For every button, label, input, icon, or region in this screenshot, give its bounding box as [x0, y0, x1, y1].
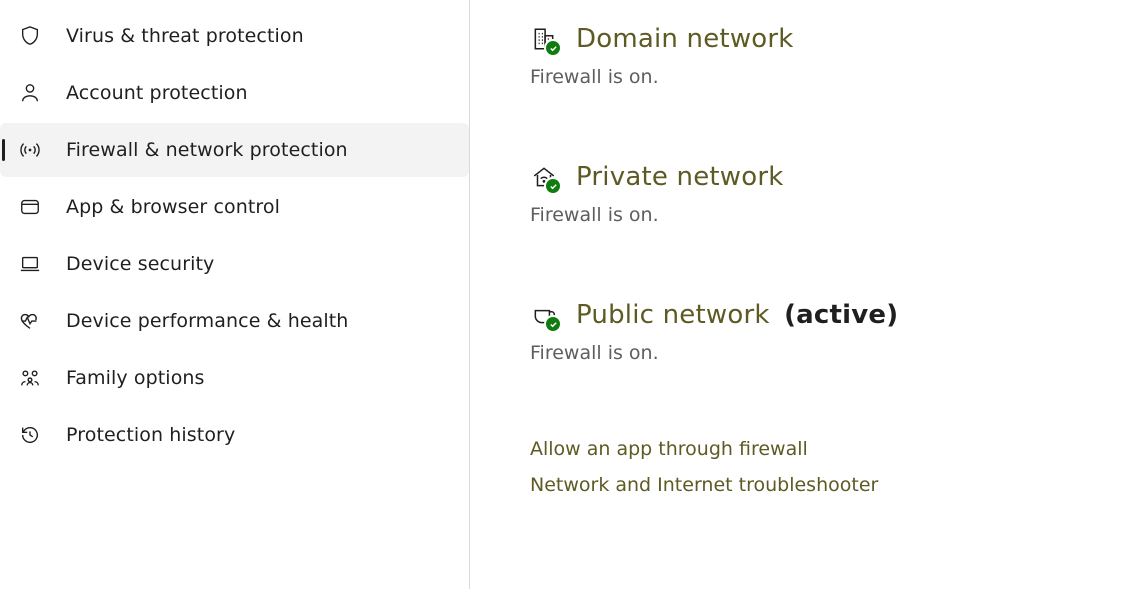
sidebar-item-virus-threat[interactable]: Virus & threat protection [0, 9, 469, 63]
heart-pulse-icon [18, 309, 42, 333]
sidebar-item-label: Firewall & network protection [66, 139, 348, 161]
sidebar-item-history[interactable]: Protection history [0, 408, 469, 462]
app-window-icon [18, 195, 42, 219]
home-network-icon [530, 163, 558, 191]
broadcast-icon [18, 138, 42, 162]
public-network-status: Firewall is on. [530, 342, 1128, 364]
public-network-name: Public network [576, 300, 770, 330]
domain-network-status: Firewall is on. [530, 66, 1128, 88]
sidebar-item-family[interactable]: Family options [0, 351, 469, 405]
status-ok-badge [544, 315, 562, 333]
domain-network-title: Domain network [576, 24, 794, 54]
public-network-section[interactable]: Public network (active) Firewall is on. [530, 300, 1128, 364]
sidebar-item-device-security[interactable]: Device security [0, 237, 469, 291]
private-network-section[interactable]: Private network Firewall is on. [530, 162, 1128, 226]
sidebar-item-firewall[interactable]: Firewall & network protection [0, 123, 469, 177]
sidebar-item-label: Device security [66, 253, 214, 275]
public-network-title: Public network (active) [576, 300, 898, 330]
private-network-title: Private network [576, 162, 784, 192]
person-icon [18, 81, 42, 105]
sidebar-item-app-browser[interactable]: App & browser control [0, 180, 469, 234]
private-network-status: Firewall is on. [530, 204, 1128, 226]
laptop-icon [18, 252, 42, 276]
sidebar-item-label: Virus & threat protection [66, 25, 304, 47]
shield-icon [18, 24, 42, 48]
sidebar-item-label: Account protection [66, 82, 248, 104]
history-icon [18, 423, 42, 447]
allow-app-link[interactable]: Allow an app through firewall [530, 438, 1128, 460]
sidebar-item-account[interactable]: Account protection [0, 66, 469, 120]
sidebar-item-label: Device performance & health [66, 310, 348, 332]
status-ok-badge [544, 39, 562, 57]
building-icon [530, 25, 558, 53]
sidebar-item-performance[interactable]: Device performance & health [0, 294, 469, 348]
cafe-icon [530, 301, 558, 329]
sidebar-item-label: App & browser control [66, 196, 280, 218]
sidebar-item-label: Family options [66, 367, 205, 389]
status-ok-badge [544, 177, 562, 195]
sidebar: Virus & threat protection Account protec… [0, 0, 470, 589]
active-label: (active) [784, 300, 898, 330]
domain-network-section[interactable]: Domain network Firewall is on. [530, 24, 1128, 88]
sidebar-item-label: Protection history [66, 424, 235, 446]
firewall-links: Allow an app through firewall Network an… [530, 438, 1128, 496]
family-icon [18, 366, 42, 390]
troubleshooter-link[interactable]: Network and Internet troubleshooter [530, 474, 1128, 496]
main-content: Domain network Firewall is on. Private n… [470, 0, 1128, 589]
